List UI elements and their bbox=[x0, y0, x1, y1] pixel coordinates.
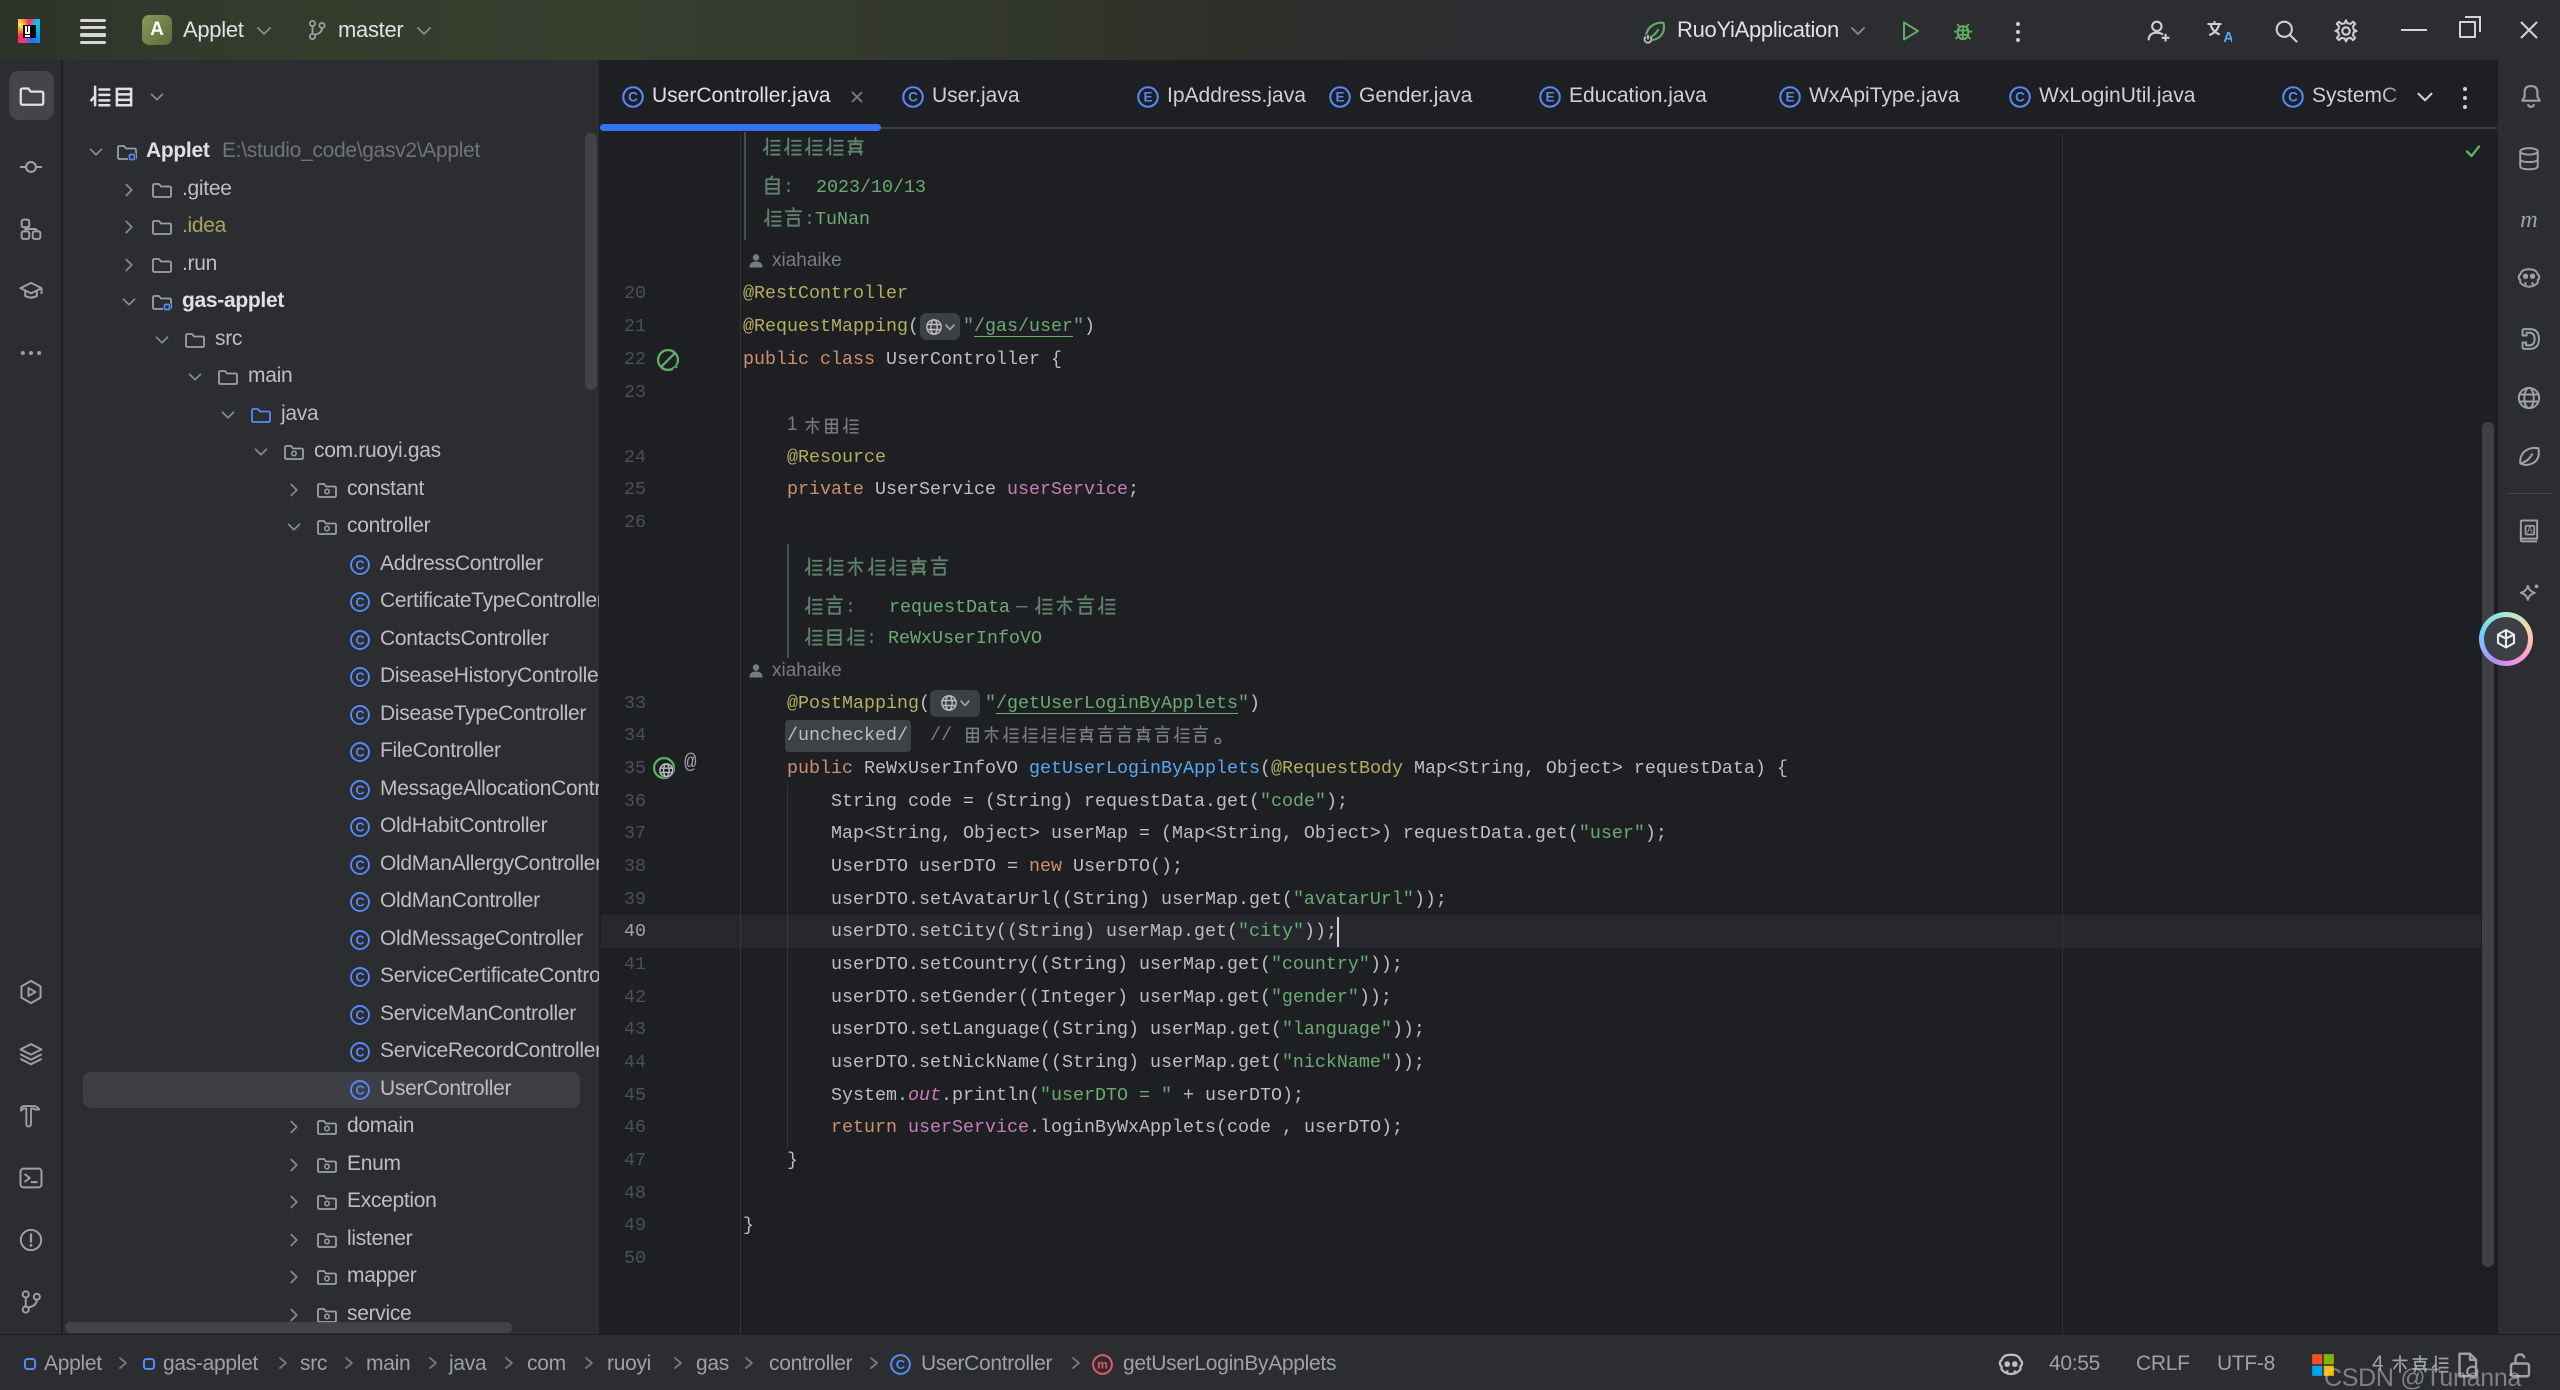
svg-text:C: C bbox=[355, 745, 364, 759]
svg-text:C: C bbox=[355, 670, 364, 684]
svg-text:C: C bbox=[896, 1357, 906, 1372]
svg-text:C: C bbox=[355, 895, 364, 909]
svg-text:C: C bbox=[355, 783, 364, 797]
svg-text:E: E bbox=[1143, 90, 1152, 105]
svg-text:C: C bbox=[355, 708, 364, 722]
svg-text:C: C bbox=[2288, 90, 2298, 105]
svg-text:C: C bbox=[355, 633, 364, 647]
svg-text:C: C bbox=[355, 595, 364, 609]
svg-text:C: C bbox=[355, 858, 364, 872]
svg-text:C: C bbox=[355, 970, 364, 984]
svg-text:C: C bbox=[355, 558, 364, 572]
svg-text:C: C bbox=[355, 1045, 364, 1059]
svg-text:E: E bbox=[1335, 90, 1344, 105]
svg-text:m: m bbox=[1097, 1358, 1108, 1372]
svg-text:C: C bbox=[355, 1083, 364, 1097]
svg-text:E: E bbox=[1785, 90, 1794, 105]
svg-text:m: m bbox=[2520, 206, 2538, 233]
svg-text:C: C bbox=[908, 90, 918, 105]
svg-text:C: C bbox=[355, 820, 364, 834]
svg-text:A: A bbox=[2223, 30, 2232, 45]
svg-text:C: C bbox=[355, 1008, 364, 1022]
svg-text:C: C bbox=[628, 90, 638, 105]
svg-text:E: E bbox=[1545, 90, 1554, 105]
svg-text:A: A bbox=[2527, 525, 2533, 535]
svg-text:C: C bbox=[355, 933, 364, 947]
svg-text:C: C bbox=[2015, 90, 2025, 105]
